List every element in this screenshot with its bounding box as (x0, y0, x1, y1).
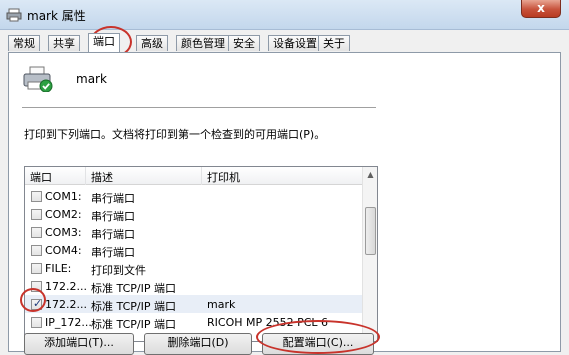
port-cell: 172.2... (45, 298, 87, 311)
tab-ports[interactable]: 端口 (88, 33, 120, 52)
list-item[interactable]: IP_172... 标准 TCP/IP 端口 RICOH MP 2552 PCL… (25, 313, 363, 331)
scroll-up-icon[interactable]: ▲ (366, 170, 375, 179)
list-item-selected[interactable]: ✓ 172.2... 标准 TCP/IP 端口 mark (25, 295, 363, 313)
port-checkbox[interactable] (31, 227, 42, 238)
vertical-scrollbar[interactable]: ▲ (362, 167, 377, 341)
list-item[interactable]: 172.2... 标准 TCP/IP 端口 (25, 277, 363, 295)
list-header: 端口 描述 打印机 (25, 167, 363, 185)
description-cell: 打印到文件 (91, 264, 146, 277)
description-cell: 串行端口 (91, 192, 135, 205)
column-divider[interactable] (201, 167, 202, 185)
description-cell: 标准 TCP/IP 端口 (91, 318, 176, 331)
tab-security[interactable]: 安全 (228, 35, 260, 51)
delete-port-button[interactable]: 删除端口(D) (144, 333, 252, 355)
tab-advanced[interactable]: 高级 (136, 35, 168, 51)
port-cell: IP_172... (45, 316, 92, 329)
port-cell: COM1: (45, 190, 82, 203)
printer-cell: mark (207, 298, 236, 311)
printer-name: mark (76, 72, 107, 86)
description-cell: 标准 TCP/IP 端口 (91, 282, 176, 295)
description-cell: 串行端口 (91, 210, 135, 223)
port-cell: COM3: (45, 226, 82, 239)
tab-device-settings[interactable]: 设备设置 (268, 35, 322, 51)
port-list[interactable]: 端口 描述 打印机 COM1: 串行端口 COM2: 串行端口 COM3: 串行… (24, 166, 378, 342)
port-checkbox-checked[interactable]: ✓ (31, 297, 43, 310)
title-bar: mark 属性 x (0, 0, 569, 30)
instruction-text: 打印到下列端口。文档将打印到第一个检查到的可用端口(P)。 (24, 128, 326, 141)
list-item[interactable]: COM2: 串行端口 (25, 205, 363, 223)
port-checkbox[interactable] (31, 281, 42, 292)
list-item[interactable]: COM4: 串行端口 (25, 241, 363, 259)
port-cell: FILE: (45, 262, 72, 275)
checkmark-icon: ✓ (33, 297, 43, 310)
printer-icon (23, 66, 53, 92)
tab-general[interactable]: 常规 (8, 35, 40, 51)
scrollbar-thumb[interactable] (365, 207, 376, 255)
column-divider[interactable] (85, 167, 86, 185)
port-cell: COM2: (45, 208, 82, 221)
port-checkbox[interactable] (31, 317, 42, 328)
port-checkbox[interactable] (31, 191, 42, 202)
configure-port-button[interactable]: 配置端口(C)... (262, 333, 374, 355)
port-cell: COM4: (45, 244, 82, 257)
description-cell: 串行端口 (91, 228, 135, 241)
port-checkbox[interactable] (31, 209, 42, 220)
column-header-printer[interactable]: 打印机 (207, 169, 240, 185)
column-header-description[interactable]: 描述 (91, 169, 113, 185)
list-item[interactable]: COM3: 串行端口 (25, 223, 363, 241)
window-title: mark 属性 (27, 9, 86, 23)
printer-cell: RICOH MP 2552 PCL 6 (207, 316, 329, 329)
port-checkbox[interactable] (31, 245, 42, 256)
port-cell: 172.2... (45, 280, 87, 293)
description-cell: 标准 TCP/IP 端口 (91, 300, 176, 313)
separator (22, 107, 376, 108)
printer-small-icon (6, 8, 22, 22)
close-button[interactable]: x (521, 0, 561, 18)
tab-about[interactable]: 关于 (318, 35, 350, 51)
list-item[interactable]: COM1: 串行端口 (25, 187, 363, 205)
description-cell: 串行端口 (91, 246, 135, 259)
column-header-port[interactable]: 端口 (30, 169, 52, 185)
tab-sharing[interactable]: 共享 (48, 35, 80, 51)
add-port-button[interactable]: 添加端口(T)... (24, 333, 134, 355)
list-item[interactable]: FILE: 打印到文件 (25, 259, 363, 277)
port-checkbox[interactable] (31, 263, 42, 274)
tab-color-management[interactable]: 颜色管理 (176, 35, 230, 51)
